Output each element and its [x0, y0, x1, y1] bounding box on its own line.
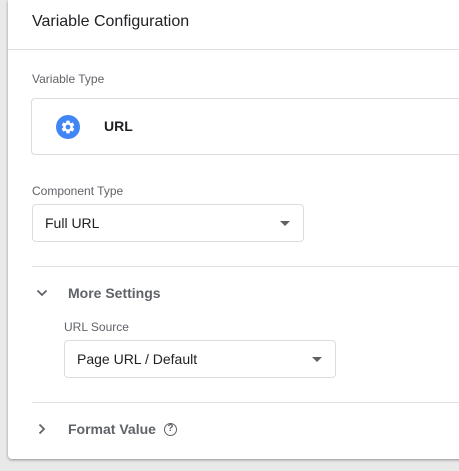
chevron-down-icon — [32, 283, 52, 303]
component-type-label: Component Type — [32, 184, 124, 198]
divider — [32, 402, 459, 403]
url-source-label: URL Source — [64, 320, 129, 334]
card-title: Variable Configuration — [32, 13, 190, 30]
url-source-select[interactable]: Page URL / Default — [64, 340, 336, 378]
divider — [32, 266, 459, 267]
chevron-right-icon — [32, 419, 52, 439]
component-type-select[interactable]: Full URL — [32, 204, 304, 242]
format-value-label: Format Value — [68, 421, 156, 437]
variable-type-label: Variable Type — [32, 72, 105, 86]
help-circle-icon[interactable]: ? — [163, 422, 177, 436]
variable-configuration-card: Variable Configuration Variable Type URL… — [8, 0, 459, 459]
url-source-selected: Page URL / Default — [77, 351, 198, 367]
more-settings-toggle[interactable]: More Settings — [32, 278, 161, 308]
component-type-selected: Full URL — [45, 215, 100, 231]
variable-type-value: URL — [104, 118, 133, 134]
dropdown-arrow-icon — [280, 221, 290, 226]
format-value-toggle[interactable]: Format Value ? — [32, 414, 177, 444]
dropdown-arrow-icon — [312, 357, 322, 362]
gear-icon — [56, 115, 80, 139]
card-header: Variable Configuration — [8, 0, 459, 50]
more-settings-label: More Settings — [68, 285, 161, 301]
variable-type-box[interactable]: URL — [31, 98, 459, 155]
